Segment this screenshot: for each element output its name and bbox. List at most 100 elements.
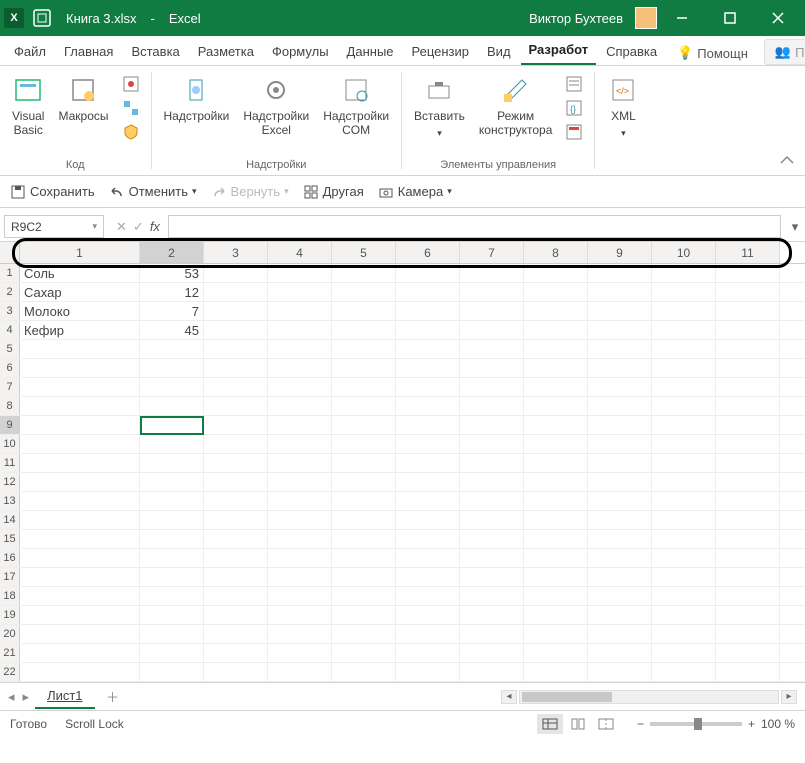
page-break-view-button[interactable] [593,714,619,734]
cell[interactable] [396,302,460,320]
cell[interactable] [204,625,268,643]
cell[interactable] [204,454,268,472]
cell[interactable] [20,397,140,415]
cell[interactable] [460,663,524,681]
cell[interactable] [332,530,396,548]
cell[interactable]: Соль [20,264,140,282]
enter-formula-icon[interactable]: ✓ [133,219,144,235]
cell[interactable] [396,264,460,282]
cell[interactable] [716,283,780,301]
cell[interactable] [268,454,332,472]
cell[interactable] [204,492,268,510]
cell[interactable] [652,397,716,415]
cell[interactable] [332,492,396,510]
cell[interactable] [524,340,588,358]
cell[interactable] [652,264,716,282]
cell[interactable] [268,625,332,643]
tab-file[interactable]: Файл [6,38,54,65]
user-avatar[interactable] [635,7,657,29]
cell[interactable] [588,397,652,415]
tab-layout[interactable]: Разметка [190,38,262,65]
cell[interactable] [20,511,140,529]
col-header[interactable]: 2 [140,242,204,263]
cell[interactable] [588,416,652,434]
cell[interactable] [588,549,652,567]
collapse-ribbon-button[interactable] [769,147,805,175]
col-header[interactable]: 11 [716,242,780,263]
cell[interactable] [588,568,652,586]
cell[interactable] [460,587,524,605]
cell[interactable] [588,454,652,472]
cell[interactable] [268,397,332,415]
tab-review[interactable]: Рецензир [404,38,478,65]
cell[interactable] [140,511,204,529]
cell[interactable] [652,568,716,586]
cell[interactable] [140,644,204,662]
cell[interactable] [268,492,332,510]
cell[interactable] [588,378,652,396]
tab-help[interactable]: Справка [598,38,665,65]
cell[interactable] [460,473,524,491]
cell[interactable] [140,397,204,415]
cell[interactable] [716,587,780,605]
cell[interactable] [716,492,780,510]
cell[interactable] [140,359,204,377]
cell[interactable] [332,663,396,681]
cell[interactable] [396,340,460,358]
cell[interactable] [332,397,396,415]
cell[interactable]: 7 [140,302,204,320]
cell[interactable] [20,359,140,377]
cell[interactable] [588,511,652,529]
cell[interactable] [140,416,204,434]
cell[interactable] [204,302,268,320]
com-addins-button[interactable]: Надстройки COM [321,70,391,142]
cell[interactable] [716,397,780,415]
properties-button[interactable] [564,74,584,94]
relative-refs-button[interactable] [121,98,141,118]
cell[interactable] [140,530,204,548]
cell[interactable] [460,492,524,510]
save-button[interactable]: Сохранить [10,184,95,200]
cell[interactable] [588,663,652,681]
row-header[interactable]: 1 [0,264,20,282]
cell[interactable] [588,321,652,339]
cell[interactable] [20,625,140,643]
cell[interactable] [524,511,588,529]
cell[interactable] [20,454,140,472]
cell[interactable]: 53 [140,264,204,282]
redo-button[interactable]: Вернуть ▾ [211,184,289,200]
macro-security-button[interactable] [121,122,141,142]
cell[interactable] [460,359,524,377]
row-header[interactable]: 5 [0,340,20,358]
row-header[interactable]: 10 [0,435,20,453]
cell[interactable] [716,264,780,282]
cell[interactable] [204,663,268,681]
row-header[interactable]: 13 [0,492,20,510]
cell[interactable] [396,397,460,415]
cell[interactable] [140,435,204,453]
camera-button[interactable]: Камера ▾ [378,184,452,200]
cell[interactable] [204,606,268,624]
cell[interactable] [460,435,524,453]
cell[interactable] [332,302,396,320]
tab-home[interactable]: Главная [56,38,121,65]
cell[interactable] [268,283,332,301]
zoom-out-button[interactable]: − [637,717,644,731]
cell[interactable] [20,492,140,510]
cell[interactable] [20,435,140,453]
tab-formulas[interactable]: Формулы [264,38,337,65]
cell[interactable] [524,378,588,396]
tab-developer[interactable]: Разработ [521,36,597,65]
zoom-level[interactable]: 100 % [761,717,795,731]
row-header[interactable]: 12 [0,473,20,491]
cell[interactable] [524,587,588,605]
cell[interactable] [20,549,140,567]
share-button[interactable]: 👥 Поделиться [764,39,805,65]
cell[interactable] [396,549,460,567]
cell[interactable] [204,644,268,662]
row-header[interactable]: 14 [0,511,20,529]
cell[interactable] [588,283,652,301]
row-header[interactable]: 15 [0,530,20,548]
cell[interactable] [524,530,588,548]
cell[interactable] [652,492,716,510]
